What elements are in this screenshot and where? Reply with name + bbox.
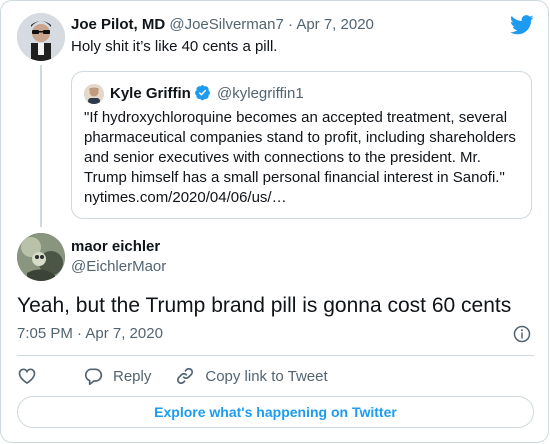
parent-tweet-date[interactable]: Apr 7, 2020 xyxy=(296,16,374,33)
quoted-tweet-body: "If hydroxychloroquine becomes an accept… xyxy=(84,108,524,208)
reply-label: Reply xyxy=(113,367,152,385)
quoted-tweet-text: "If hydroxychloroquine becomes an accept… xyxy=(84,109,516,186)
thread-connector-line xyxy=(40,65,42,227)
parent-tweet-text: Holy shit it’s like 40 cents a pill. xyxy=(71,38,278,55)
info-icon[interactable] xyxy=(513,325,531,343)
parent-author-name[interactable]: Joe Pilot, MD xyxy=(71,16,165,33)
tweet-embed-card: Joe Pilot, MD @JoeSilverman7 · Apr 7, 20… xyxy=(0,0,549,443)
quoted-tweet-header: Kyle Griffin @kylegriffin1 xyxy=(110,84,304,104)
reply-button[interactable]: Reply xyxy=(83,366,151,386)
main-author-name[interactable]: maor eichler xyxy=(71,237,160,257)
explore-twitter-button[interactable]: Explore what's happening on Twitter xyxy=(17,396,534,428)
quoted-author-handle: @kylegriffin1 xyxy=(217,85,304,102)
tweet-timestamp[interactable]: 7:05 PM · Apr 7, 2020 xyxy=(17,324,163,344)
heart-icon xyxy=(18,368,36,385)
quoted-author-avatar xyxy=(84,84,104,104)
main-author-handle[interactable]: @EichlerMaor xyxy=(71,257,166,277)
copy-link-label: Copy link to Tweet xyxy=(205,367,328,385)
twitter-bird-icon[interactable] xyxy=(510,15,534,35)
verified-badge-icon xyxy=(194,85,210,101)
quoted-author-name: Kyle Griffin xyxy=(110,85,191,102)
link-icon xyxy=(177,367,194,385)
like-button[interactable] xyxy=(17,366,47,386)
parent-tweet-header: Joe Pilot, MD @JoeSilverman7 · Apr 7, 20… xyxy=(71,15,374,35)
parent-date-separator: · xyxy=(287,16,293,33)
main-author-avatar[interactable] xyxy=(17,233,65,281)
main-tweet-text: Yeah, but the Trump brand pill is gonna … xyxy=(17,294,512,317)
parent-author-avatar[interactable] xyxy=(17,13,65,61)
tweet-actions-bar: Reply Copy link to Tweet xyxy=(17,365,328,387)
quoted-tweet[interactable]: Kyle Griffin @kylegriffin1 "If hydroxych… xyxy=(71,71,532,219)
quoted-tweet-link[interactable]: nytimes.com/2020/04/06/us/… xyxy=(84,189,287,206)
copy-link-button[interactable]: Copy link to Tweet xyxy=(175,366,328,386)
parent-author-handle[interactable]: @JoeSilverman7 xyxy=(169,16,283,33)
reply-icon xyxy=(84,368,103,386)
actions-divider xyxy=(17,355,534,356)
